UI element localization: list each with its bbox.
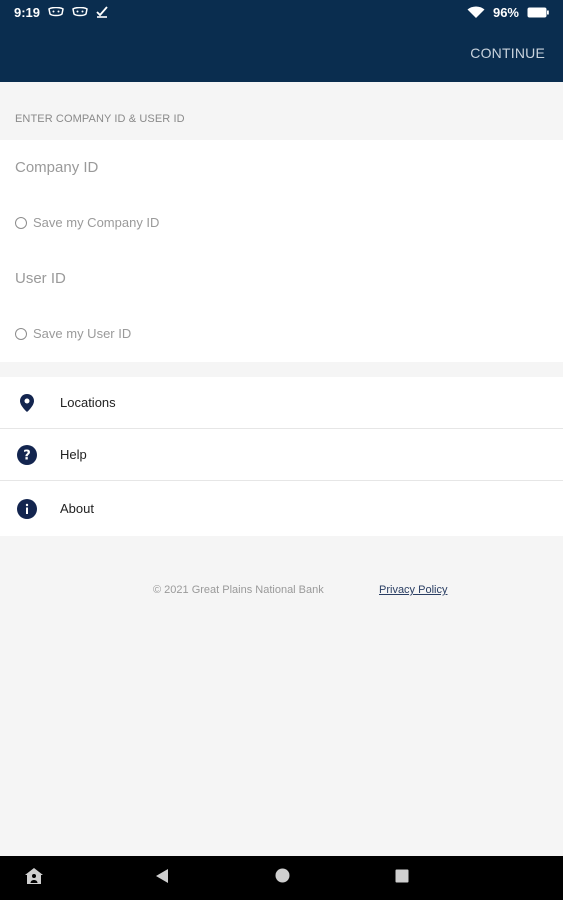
company-id-field[interactable]: Company ID — [15, 159, 98, 176]
status-time: 9:19 — [14, 4, 41, 20]
app-bar: CONTINUE — [0, 24, 563, 82]
menu-item-locations[interactable]: Locations — [0, 377, 563, 429]
help-icon: ? — [17, 444, 37, 465]
continue-button[interactable]: CONTINUE — [470, 45, 545, 61]
info-icon — [17, 498, 37, 519]
save-company-id-checkbox[interactable]: Save my Company ID — [15, 215, 159, 230]
home-button[interactable] — [262, 856, 302, 900]
wifi-icon — [467, 6, 485, 19]
copyright-text: © 2021 Great Plains National Bank — [153, 584, 324, 596]
save-company-id-label: Save my Company ID — [33, 215, 160, 230]
svg-text:?: ? — [23, 448, 31, 463]
back-button[interactable] — [142, 856, 182, 900]
menu-item-about[interactable]: About — [0, 481, 563, 536]
menu-item-help[interactable]: ? Help — [0, 429, 563, 481]
menu-item-label: Help — [60, 447, 87, 462]
user-id-field[interactable]: User ID — [15, 270, 66, 287]
recents-button[interactable] — [382, 856, 422, 900]
battery-icon — [527, 7, 549, 18]
status-right: 96% — [467, 5, 549, 20]
menu-item-label: About — [60, 501, 94, 516]
save-user-id-checkbox[interactable]: Save my User ID — [15, 326, 131, 341]
location-pin-icon — [17, 393, 37, 413]
save-user-id-radio-icon[interactable] — [15, 327, 27, 340]
login-form: Company ID Save my Company ID User ID Sa… — [0, 140, 563, 362]
battery-percent: 96% — [492, 4, 519, 20]
status-bar: 9:19 96% — [0, 0, 563, 24]
status-left: 9:19 — [14, 5, 108, 20]
back-triangle-icon — [155, 868, 169, 889]
download-check-icon — [96, 6, 108, 18]
menu-list: Locations ? Help About — [0, 377, 563, 536]
home-circle-icon — [275, 868, 290, 888]
save-company-id-radio-icon[interactable] — [15, 216, 27, 229]
home-person-icon — [24, 867, 44, 890]
menu-item-label: Locations — [60, 395, 116, 410]
recents-square-icon — [395, 869, 409, 888]
login-section-header: ENTER COMPANY ID & USER ID — [15, 113, 185, 125]
accessibility-home-button[interactable] — [14, 856, 54, 900]
notification-mask-icon — [48, 7, 64, 17]
notification-mask-icon — [72, 7, 88, 17]
navigation-bar — [0, 856, 563, 900]
privacy-policy-link[interactable]: Privacy Policy — [379, 584, 447, 596]
save-user-id-label: Save my User ID — [33, 326, 132, 341]
